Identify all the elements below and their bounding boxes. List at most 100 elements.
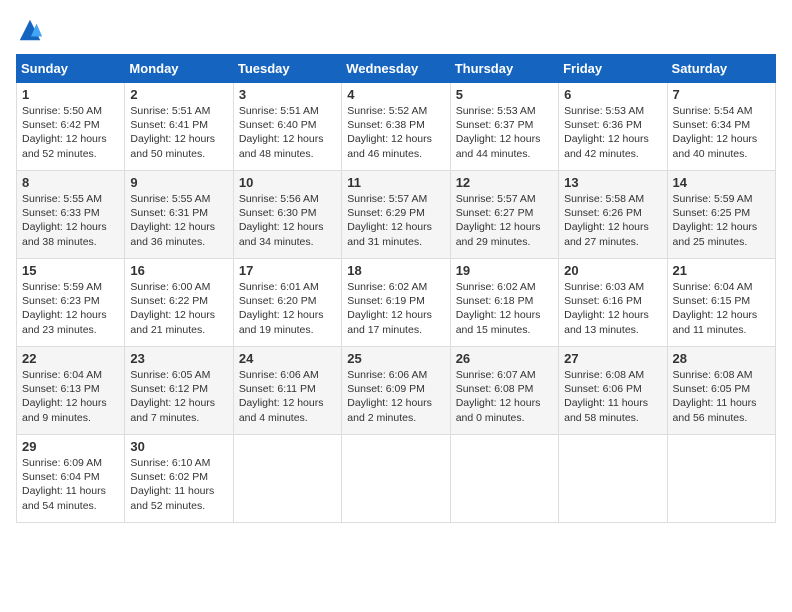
empty-cell [233,435,341,523]
day-info-line: Sunrise: 6:06 AM [239,368,336,382]
day-number-3: 3 [239,87,336,102]
day-info-line: Sunset: 6:18 PM [456,294,553,308]
day-cell-18: 18Sunrise: 6:02 AMSunset: 6:19 PMDayligh… [342,259,450,347]
day-number-5: 5 [456,87,553,102]
day-number-11: 11 [347,175,444,190]
header-wednesday: Wednesday [342,55,450,83]
day-number-10: 10 [239,175,336,190]
day-info-line: Sunrise: 5:59 AM [673,192,770,206]
day-info-line: Sunset: 6:11 PM [239,382,336,396]
day-info-line: Daylight: 12 hours [239,220,336,234]
day-cell-21: 21Sunrise: 6:04 AMSunset: 6:15 PMDayligh… [667,259,775,347]
day-info-line: and 11 minutes. [673,323,770,337]
day-info-line: Sunrise: 5:51 AM [130,104,227,118]
day-info-line: Sunset: 6:19 PM [347,294,444,308]
day-info-line: and 21 minutes. [130,323,227,337]
day-info-line: and 27 minutes. [564,235,661,249]
day-info-line: Sunrise: 5:51 AM [239,104,336,118]
day-info-line: and 17 minutes. [347,323,444,337]
day-info-line: and 44 minutes. [456,147,553,161]
day-info-line: Sunrise: 6:06 AM [347,368,444,382]
day-info-line: Daylight: 12 hours [130,396,227,410]
day-info-line: and 52 minutes. [130,499,227,513]
day-info-line: Daylight: 12 hours [564,132,661,146]
day-info-line: Daylight: 12 hours [564,308,661,322]
day-info-line: Sunrise: 5:53 AM [456,104,553,118]
day-info-line: and 15 minutes. [456,323,553,337]
day-cell-29: 29Sunrise: 6:09 AMSunset: 6:04 PMDayligh… [17,435,125,523]
day-info-line: Daylight: 12 hours [456,396,553,410]
day-info-line: Daylight: 12 hours [347,132,444,146]
day-info-line: Daylight: 12 hours [22,220,119,234]
day-cell-30: 30Sunrise: 6:10 AMSunset: 6:02 PMDayligh… [125,435,233,523]
day-info-line: Sunrise: 6:08 AM [564,368,661,382]
header-thursday: Thursday [450,55,558,83]
day-number-19: 19 [456,263,553,278]
day-info-line: and 52 minutes. [22,147,119,161]
day-info-line: Daylight: 12 hours [673,132,770,146]
header [16,16,776,44]
day-info-line: and 40 minutes. [673,147,770,161]
day-info-line: Sunset: 6:30 PM [239,206,336,220]
day-info-line: Sunset: 6:02 PM [130,470,227,484]
day-info-line: Daylight: 12 hours [456,308,553,322]
logo [16,16,48,44]
day-info-line: Sunrise: 5:55 AM [130,192,227,206]
day-info-line: Daylight: 12 hours [456,132,553,146]
day-info-line: Daylight: 12 hours [239,396,336,410]
day-cell-16: 16Sunrise: 6:00 AMSunset: 6:22 PMDayligh… [125,259,233,347]
day-info-line: Sunset: 6:16 PM [564,294,661,308]
day-cell-1: 1Sunrise: 5:50 AMSunset: 6:42 PMDaylight… [17,83,125,171]
day-info-line: Sunset: 6:06 PM [564,382,661,396]
day-info-line: Sunset: 6:31 PM [130,206,227,220]
day-cell-6: 6Sunrise: 5:53 AMSunset: 6:36 PMDaylight… [559,83,667,171]
day-info-line: and 4 minutes. [239,411,336,425]
day-info-line: and 0 minutes. [456,411,553,425]
day-number-27: 27 [564,351,661,366]
day-cell-13: 13Sunrise: 5:58 AMSunset: 6:26 PMDayligh… [559,171,667,259]
day-cell-17: 17Sunrise: 6:01 AMSunset: 6:20 PMDayligh… [233,259,341,347]
day-info-line: Daylight: 12 hours [456,220,553,234]
day-info-line: Sunrise: 6:03 AM [564,280,661,294]
day-info-line: Sunrise: 6:04 AM [22,368,119,382]
day-info-line: Daylight: 12 hours [130,132,227,146]
day-info-line: Sunset: 6:05 PM [673,382,770,396]
day-number-4: 4 [347,87,444,102]
day-info-line: Daylight: 12 hours [130,308,227,322]
day-info-line: Sunset: 6:26 PM [564,206,661,220]
day-info-line: Sunset: 6:09 PM [347,382,444,396]
day-info-line: Daylight: 12 hours [347,220,444,234]
day-info-line: and 7 minutes. [130,411,227,425]
day-cell-26: 26Sunrise: 6:07 AMSunset: 6:08 PMDayligh… [450,347,558,435]
day-cell-10: 10Sunrise: 5:56 AMSunset: 6:30 PMDayligh… [233,171,341,259]
day-info-line: and 13 minutes. [564,323,661,337]
day-info-line: Sunrise: 6:09 AM [22,456,119,470]
week-row-1: 1Sunrise: 5:50 AMSunset: 6:42 PMDaylight… [17,83,776,171]
week-row-4: 22Sunrise: 6:04 AMSunset: 6:13 PMDayligh… [17,347,776,435]
day-number-16: 16 [130,263,227,278]
day-number-17: 17 [239,263,336,278]
empty-cell [450,435,558,523]
day-number-13: 13 [564,175,661,190]
day-info-line: Sunset: 6:34 PM [673,118,770,132]
day-info-line: Sunset: 6:15 PM [673,294,770,308]
empty-cell [342,435,450,523]
day-cell-19: 19Sunrise: 6:02 AMSunset: 6:18 PMDayligh… [450,259,558,347]
day-info-line: Daylight: 12 hours [130,220,227,234]
day-info-line: Sunrise: 5:53 AM [564,104,661,118]
day-info-line: and 34 minutes. [239,235,336,249]
day-info-line: Sunrise: 5:59 AM [22,280,119,294]
day-info-line: Sunset: 6:41 PM [130,118,227,132]
day-info-line: and 42 minutes. [564,147,661,161]
day-info-line: Sunset: 6:29 PM [347,206,444,220]
day-info-line: Sunset: 6:20 PM [239,294,336,308]
day-info-line: Daylight: 12 hours [239,308,336,322]
logo-icon [16,16,44,44]
day-info-line: and 46 minutes. [347,147,444,161]
day-info-line: Sunset: 6:04 PM [22,470,119,484]
day-cell-3: 3Sunrise: 5:51 AMSunset: 6:40 PMDaylight… [233,83,341,171]
day-info-line: Sunset: 6:13 PM [22,382,119,396]
day-info-line: and 36 minutes. [130,235,227,249]
day-cell-15: 15Sunrise: 5:59 AMSunset: 6:23 PMDayligh… [17,259,125,347]
day-info-line: and 29 minutes. [456,235,553,249]
